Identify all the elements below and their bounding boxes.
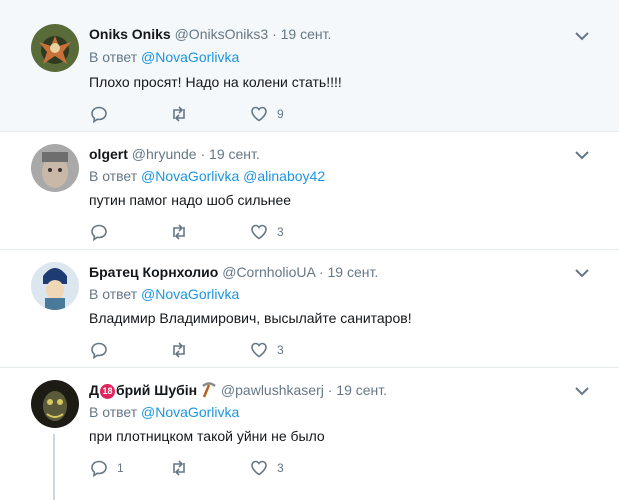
retweet-action[interactable] bbox=[170, 104, 197, 124]
reply-context: В ответ @NovaGorlivka bbox=[89, 285, 239, 303]
reply-icon bbox=[91, 224, 107, 241]
retweet-icon bbox=[173, 342, 185, 358]
reply-icon bbox=[91, 460, 107, 477]
author-handle[interactable]: @OniksOniks3 bbox=[175, 26, 269, 42]
tweet-date[interactable]: 19 сент. bbox=[209, 146, 260, 162]
mention-link[interactable]: @NovaGorlivka bbox=[141, 286, 239, 302]
like-action[interactable]: 3 bbox=[250, 222, 284, 242]
chevron-down-icon[interactable] bbox=[575, 268, 589, 278]
reply-icon bbox=[91, 106, 107, 123]
like-action[interactable]: 9 bbox=[250, 104, 284, 124]
tweet-text: при плотницком такой уйни не было bbox=[89, 428, 325, 444]
tweet-header: Oniks Oniks @OniksOniks3 · 19 сент. bbox=[89, 25, 331, 43]
retweet-icon bbox=[173, 106, 185, 122]
avatar[interactable] bbox=[31, 262, 79, 310]
chevron-down-icon[interactable] bbox=[575, 31, 589, 41]
author-name[interactable]: olgert bbox=[89, 146, 128, 162]
author-name[interactable]: Д 18 брий Шубін bbox=[89, 382, 198, 399]
mention-link[interactable]: @alinaboy42 bbox=[243, 168, 325, 184]
mention-link[interactable]: @NovaGorlivka bbox=[141, 404, 239, 420]
avatar[interactable] bbox=[31, 24, 79, 72]
tweet[interactable]: Д 18 брий Шубін @pawlushkaserj · 19 сент. … bbox=[0, 368, 619, 500]
tweet-date[interactable]: 19 сент. bbox=[281, 26, 332, 42]
separator: · bbox=[327, 382, 333, 398]
chevron-down-icon[interactable] bbox=[575, 386, 589, 396]
chevron-down-icon[interactable] bbox=[575, 150, 589, 160]
like-count: 3 bbox=[277, 461, 284, 475]
author-name-part: Д bbox=[89, 382, 99, 398]
like-count: 9 bbox=[277, 107, 284, 121]
reply-action[interactable]: 1 bbox=[90, 458, 124, 478]
heart-icon bbox=[251, 224, 267, 240]
reply-prefix: В ответ bbox=[89, 286, 138, 302]
heart-icon bbox=[251, 460, 267, 476]
reply-context: В ответ @NovaGorlivka @alinaboy42 bbox=[89, 167, 325, 185]
thread-line bbox=[53, 434, 55, 500]
avatar[interactable] bbox=[31, 380, 79, 428]
tweet-header: olgert @hryunde · 19 сент. bbox=[89, 145, 260, 163]
author-name[interactable]: Oniks Oniks bbox=[89, 26, 171, 42]
mention-link[interactable]: @NovaGorlivka bbox=[141, 168, 239, 184]
reply-prefix: В ответ bbox=[89, 49, 138, 65]
tweet-text: Плохо просят! Надо на колени стать!!!! bbox=[89, 74, 342, 90]
reply-action[interactable] bbox=[90, 340, 117, 360]
separator: · bbox=[318, 264, 324, 280]
author-handle[interactable]: @CornholioUA bbox=[222, 264, 315, 280]
reply-count: 1 bbox=[117, 461, 124, 475]
tweet-header: Братец Корнхолио @CornholioUA · 19 сент. bbox=[89, 263, 378, 281]
separator: · bbox=[200, 146, 206, 162]
mention-link[interactable]: @NovaGorlivka bbox=[141, 49, 239, 65]
avatar[interactable] bbox=[31, 144, 79, 192]
reply-prefix: В ответ bbox=[89, 404, 138, 420]
reply-icon bbox=[91, 342, 107, 359]
heart-icon bbox=[251, 106, 267, 122]
tweet[interactable]: olgert @hryunde · 19 сент. В ответ @Nova… bbox=[0, 132, 619, 250]
tweet-date[interactable]: 19 сент. bbox=[328, 264, 379, 280]
author-handle[interactable]: @pawlushkaserj bbox=[221, 382, 324, 398]
heart-icon bbox=[251, 342, 267, 358]
tweet-text: путин памог надо шоб сильнее bbox=[89, 192, 292, 208]
like-action[interactable]: 3 bbox=[250, 340, 284, 360]
reply-context: В ответ @NovaGorlivka bbox=[89, 403, 239, 421]
reply-action[interactable] bbox=[90, 222, 117, 242]
tweet-date[interactable]: 19 сент. bbox=[336, 382, 387, 398]
age-badge: 18 bbox=[99, 384, 115, 399]
reply-action[interactable] bbox=[90, 104, 117, 124]
retweet-action[interactable] bbox=[170, 340, 197, 360]
retweet-icon bbox=[173, 460, 185, 476]
tweet[interactable]: Братец Корнхолио @CornholioUA · 19 сент.… bbox=[0, 250, 619, 368]
reply-context: В ответ @NovaGorlivka bbox=[89, 48, 239, 66]
like-count: 3 bbox=[277, 343, 284, 357]
like-count: 3 bbox=[277, 225, 284, 239]
retweet-action[interactable] bbox=[170, 458, 197, 478]
tweet-header: Д 18 брий Шубін @pawlushkaserj · 19 сент. bbox=[89, 381, 387, 399]
author-handle[interactable]: @hryunde bbox=[132, 146, 197, 162]
tweet-text: Владимир Владимирович, высылайте санитар… bbox=[89, 310, 412, 326]
pickaxe-emoji bbox=[202, 382, 216, 398]
like-action[interactable]: 3 bbox=[250, 458, 284, 478]
retweet-icon bbox=[173, 224, 185, 240]
retweet-action[interactable] bbox=[170, 222, 197, 242]
author-name[interactable]: Братец Корнхолио bbox=[89, 264, 218, 280]
author-name-part: брий Шубін bbox=[115, 382, 198, 398]
reply-prefix: В ответ bbox=[89, 168, 138, 184]
separator: · bbox=[272, 26, 277, 42]
tweet[interactable]: Oniks Oniks @OniksOniks3 · 19 сент. В от… bbox=[0, 0, 619, 132]
